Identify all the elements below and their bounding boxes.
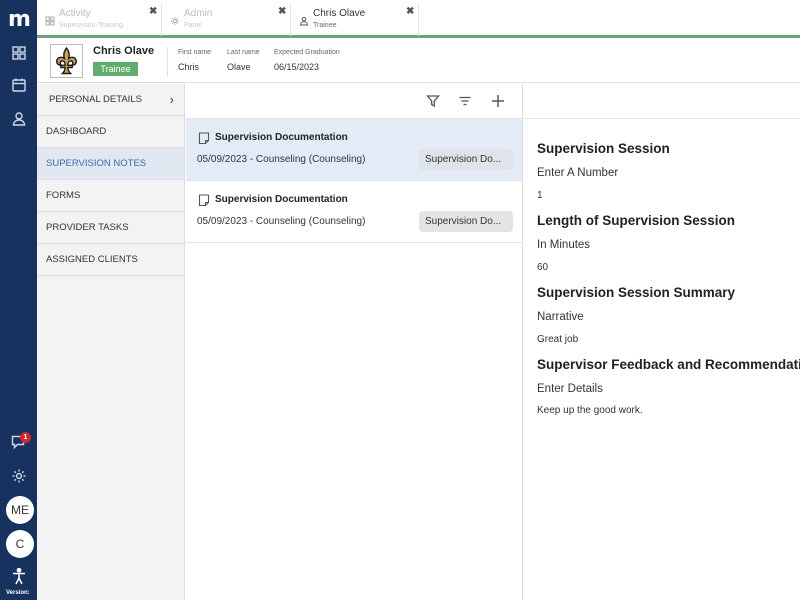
last-name-field: Last name Olave xyxy=(227,49,260,72)
section-question: Enter Details xyxy=(537,383,603,395)
tab-activity[interactable]: Activity Supervision-Training ✖ xyxy=(37,4,162,36)
add-icon[interactable] xyxy=(490,93,506,109)
sidebar-item-label: DASHBOARD xyxy=(46,126,107,137)
note-title: Supervision Documentation xyxy=(215,132,348,143)
sidebar-item-label: ASSIGNED CLIENTS xyxy=(46,254,138,265)
document-icon xyxy=(198,194,210,207)
person-icon[interactable] xyxy=(10,110,28,128)
notification-badge: 1 xyxy=(20,432,31,443)
tab-subtitle: Panel xyxy=(184,22,202,29)
profile-header: Chris Olave Trainee First name Chris Las… xyxy=(37,41,800,83)
chevron-right-icon: › xyxy=(169,92,174,107)
section-question: Narrative xyxy=(537,311,584,323)
grid-icon xyxy=(45,13,55,26)
tab-subtitle: Supervision-Training xyxy=(59,22,123,29)
note-title: Supervision Documentation xyxy=(215,194,348,205)
note-subtitle: 05/09/2023 - Counseling (Counseling) xyxy=(197,154,366,165)
sidebar-item-assigned-clients[interactable]: ASSIGNED CLIENTS xyxy=(37,244,184,276)
note-subtitle: 05/09/2023 - Counseling (Counseling) xyxy=(197,216,366,227)
tab-chris-olave[interactable]: Chris Olave Trainee ✖ xyxy=(291,4,419,36)
sort-icon[interactable] xyxy=(457,93,473,109)
sidebar-item-label: FORMS xyxy=(46,190,81,201)
section-heading: Length of Supervision Session xyxy=(537,213,736,228)
list-item[interactable]: Supervision Documentation 05/09/2023 - C… xyxy=(186,181,522,243)
close-icon[interactable]: ✖ xyxy=(278,6,286,17)
note-detail: Supervision Session Enter A Number 1 Len… xyxy=(524,84,800,600)
first-name-field: First name Chris xyxy=(178,49,211,72)
list-toolbar xyxy=(186,84,522,119)
first-name-value: Chris xyxy=(178,62,200,72)
notes-list: Supervision Documentation 05/09/2023 - C… xyxy=(186,84,523,600)
sidebar-item-label: SUPERVISION NOTES xyxy=(46,158,147,169)
sidebar-item-provider-tasks[interactable]: PROVIDER TASKS xyxy=(37,212,184,244)
dashboard-grid-icon[interactable] xyxy=(10,44,28,62)
avatar-c[interactable]: C xyxy=(6,530,34,558)
calendar-icon[interactable] xyxy=(10,76,28,94)
avatar-me[interactable]: ME xyxy=(6,496,34,524)
tab-strip: Activity Supervision-Training ✖ Admin Pa… xyxy=(37,0,800,38)
sidebar-nav: PERSONAL DETAILS › DASHBOARD SUPERVISION… xyxy=(37,84,185,600)
section-answer: Great job xyxy=(537,334,579,345)
list-item[interactable]: Supervision Documentation 05/09/2023 - C… xyxy=(186,119,522,181)
graduation-value: 06/15/2023 xyxy=(274,62,320,72)
sidebar-item-label: PROVIDER TASKS xyxy=(46,222,129,233)
sidebar-item-supervision-notes[interactable]: SUPERVISION NOTES xyxy=(37,148,184,180)
profile-name: Chris Olave xyxy=(93,45,155,57)
graduation-field: Expected Graduation 06/15/2023 xyxy=(274,49,340,72)
tab-admin[interactable]: Admin Panel ✖ xyxy=(162,4,291,36)
left-rail: m 1 ME C Version: xyxy=(0,0,37,600)
section-answer: 1 xyxy=(537,190,543,201)
avatar xyxy=(50,44,83,78)
tab-title: Activity xyxy=(59,8,91,19)
sidebar-item-forms[interactable]: FORMS xyxy=(37,180,184,212)
tab-title: Admin xyxy=(184,8,213,19)
note-type-badge: Supervision Do... xyxy=(419,149,513,170)
filter-icon[interactable] xyxy=(425,93,441,109)
person-icon xyxy=(299,13,309,26)
tab-title: Chris Olave xyxy=(313,8,366,19)
note-type-badge: Supervision Do... xyxy=(419,211,513,232)
detail-toolbar xyxy=(524,84,800,119)
close-icon[interactable]: ✖ xyxy=(149,6,157,17)
last-name-label: Last name xyxy=(227,49,260,56)
last-name-value: Olave xyxy=(227,62,251,72)
close-icon[interactable]: ✖ xyxy=(406,6,414,17)
section-heading: Supervision Session xyxy=(537,141,670,156)
sidebar-item-label: PERSONAL DETAILS xyxy=(49,94,142,105)
accessibility-icon[interactable] xyxy=(10,567,28,585)
document-icon xyxy=(198,132,210,145)
tab-subtitle: Trainee xyxy=(313,22,337,29)
gear-icon xyxy=(170,13,180,25)
sidebar-item-personal-details[interactable]: PERSONAL DETAILS › xyxy=(37,84,184,116)
fleur-de-lis-logo xyxy=(56,46,77,75)
version-label: Version: xyxy=(6,590,30,596)
sidebar-item-dashboard[interactable]: DASHBOARD xyxy=(37,116,184,148)
divider xyxy=(167,47,168,77)
gear-icon[interactable] xyxy=(10,467,28,485)
section-question: In Minutes xyxy=(537,239,591,251)
app-logo[interactable]: m xyxy=(8,9,31,31)
first-name-label: First name xyxy=(178,49,212,56)
section-answer: Keep up the good work. xyxy=(537,405,643,416)
section-answer: 60 xyxy=(537,262,549,273)
section-question: Enter A Number xyxy=(537,167,619,179)
section-heading: Supervision Session Summary xyxy=(537,285,736,300)
role-badge: Trainee xyxy=(93,62,138,76)
graduation-label: Expected Graduation xyxy=(274,49,340,56)
section-heading: Supervisor Feedback and Recommendations xyxy=(537,357,800,372)
